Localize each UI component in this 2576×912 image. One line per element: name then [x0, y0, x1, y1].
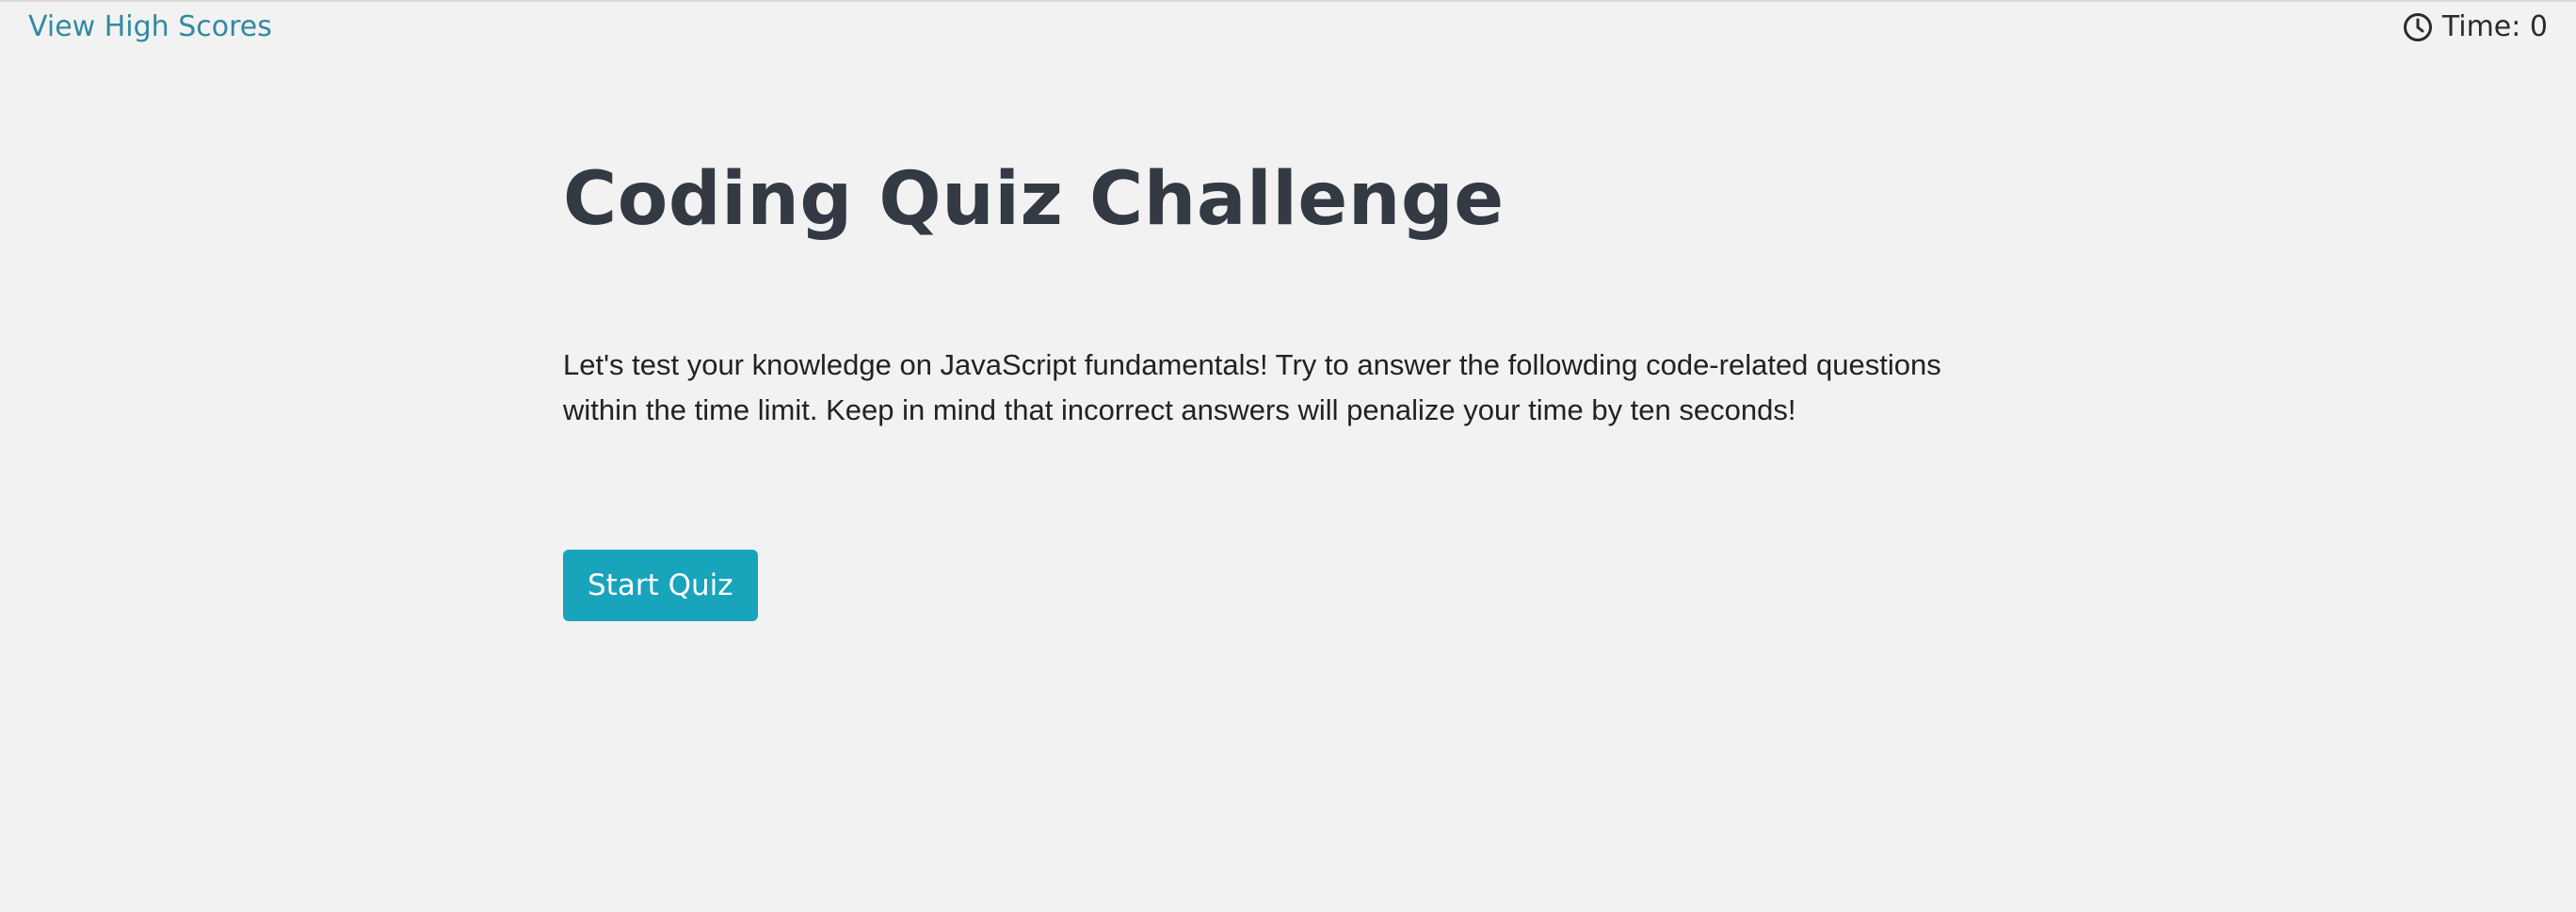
- intro-text: Let's test your knowledge on JavaScript …: [563, 348, 1941, 426]
- start-screen: Coding Quiz Challenge Let's test your kn…: [563, 152, 2032, 621]
- view-high-scores-link[interactable]: View High Scores: [28, 9, 272, 45]
- top-bar: View High Scores Time: 0: [0, 2, 2576, 51]
- timer: Time: 0: [2403, 9, 2548, 45]
- clock-icon: [2403, 12, 2433, 42]
- timer-text: Time: 0: [2441, 10, 2548, 43]
- page-title: Coding Quiz Challenge: [563, 157, 1505, 242]
- start-quiz-button[interactable]: Start Quiz: [563, 550, 758, 621]
